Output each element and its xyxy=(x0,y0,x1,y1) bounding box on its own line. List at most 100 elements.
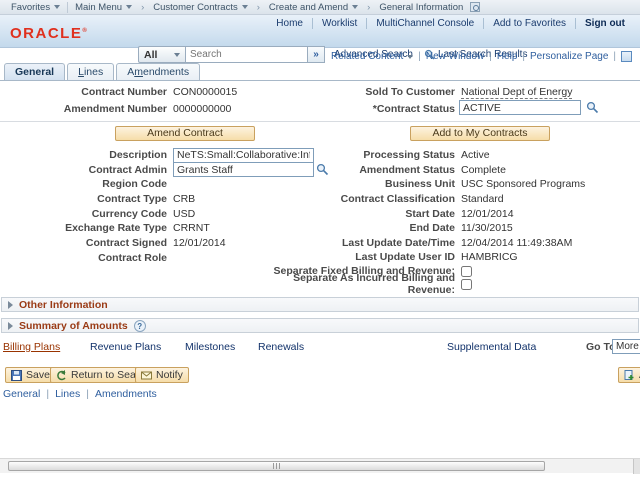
chevron-down-icon xyxy=(54,5,60,9)
new-window-link[interactable]: New Window xyxy=(421,51,489,62)
chevron-down-icon xyxy=(242,5,248,9)
home-link[interactable]: Home xyxy=(267,18,313,29)
registered-mark: ® xyxy=(82,28,86,34)
field-row-start-date: Start Date 12/01/2014 xyxy=(269,206,640,221)
tab-general[interactable]: General xyxy=(4,63,65,80)
tab-general-label: General xyxy=(15,66,54,78)
related-content-menu[interactable]: Related Content xyxy=(326,51,418,62)
breadcrumb-create-and-amend[interactable]: Create and Amend xyxy=(262,2,365,13)
breadcrumb-separator: › xyxy=(139,2,146,13)
revenue-plans-link[interactable]: Revenue Plans xyxy=(90,341,161,353)
last-update-datetime-label: Last Update Date/Time xyxy=(269,237,455,249)
horizontal-scrollbar-track[interactable] xyxy=(0,458,640,473)
other-information-section[interactable]: Other Information xyxy=(1,297,639,312)
separate-as-incurred-checkbox[interactable] xyxy=(461,279,472,290)
contract-signed-value: 12/01/2014 xyxy=(173,237,226,249)
save-icon xyxy=(11,370,22,381)
footer-general-link[interactable]: General xyxy=(3,388,46,400)
contract-status-label: *Contract Status xyxy=(269,103,455,115)
renewals-link[interactable]: Renewals xyxy=(258,341,304,353)
other-information-title: Other Information xyxy=(19,299,108,311)
contract-status-lookup-icon[interactable] xyxy=(586,101,599,114)
chevron-down-icon xyxy=(126,5,132,9)
footer-lines-link[interactable]: Lines xyxy=(49,388,86,400)
tab-amendments[interactable]: Amendments xyxy=(116,63,200,80)
header-links: Home Worklist MultiChannel Console Add t… xyxy=(267,18,634,29)
save-label: Save xyxy=(26,369,50,381)
last-update-datetime-value: 12/04/2014 11:49:38AM xyxy=(461,237,572,249)
sold-to-customer-label: Sold To Customer xyxy=(269,86,455,98)
breadcrumb-favorites-label: Favorites xyxy=(11,2,50,13)
milestones-link[interactable]: Milestones xyxy=(185,341,235,353)
breadcrumb-customer-contracts[interactable]: Customer Contracts xyxy=(146,2,254,13)
field-row-processing-status: Processing Status Active xyxy=(269,148,640,163)
save-button[interactable]: Save xyxy=(5,367,56,383)
separate-as-incurred-label: Separate As Incurred Billing and Revenue… xyxy=(269,272,455,296)
contract-classification-label: Contract Classification xyxy=(269,193,455,205)
breadcrumb-customer-contracts-label: Customer Contracts xyxy=(153,2,237,13)
supplemental-data-link[interactable]: Supplemental Data xyxy=(447,341,536,353)
right-field-column: Processing Status Active Amendment Statu… xyxy=(269,148,640,291)
add-to-my-contracts-button[interactable]: Add to My Contracts xyxy=(410,126,550,141)
sold-to-customer-value[interactable]: National Dept of Energy xyxy=(461,86,572,99)
currency-code-value: USD xyxy=(173,208,195,220)
field-row-end-date: End Date 11/30/2015 xyxy=(269,221,640,236)
add-to-favorites-link[interactable]: Add to Favorites xyxy=(484,18,576,29)
sign-out-link[interactable]: Sign out xyxy=(576,18,634,29)
exchange-rate-type-value: CRRNT xyxy=(173,222,210,234)
scrollbar-grip-icon xyxy=(273,463,281,469)
breadcrumb-current-page: General Information xyxy=(372,2,487,13)
breadcrumb-main-menu[interactable]: Main Menu xyxy=(68,2,139,13)
end-date-label: End Date xyxy=(269,222,455,234)
search-scope-select[interactable]: All xyxy=(138,46,186,63)
breadcrumb-separator: › xyxy=(255,2,262,13)
processing-status-label: Processing Status xyxy=(269,149,455,161)
divider xyxy=(0,121,640,122)
last-update-user-value: HAMBRICG xyxy=(461,251,518,263)
copy-url-icon[interactable] xyxy=(621,51,632,62)
expand-arrow-icon xyxy=(8,322,13,330)
tab-lines[interactable]: Lines xyxy=(67,63,114,80)
personalize-page-link[interactable]: Personalize Page xyxy=(525,51,613,62)
related-content-label: Related Content xyxy=(331,51,403,62)
contract-role-label: Contract Role xyxy=(0,252,167,264)
multichannel-console-link[interactable]: MultiChannel Console xyxy=(367,18,484,29)
separate-fixed-checkbox[interactable] xyxy=(461,266,472,277)
billing-plans-link[interactable]: Billing Plans xyxy=(3,341,60,353)
breadcrumb-current-label: General Information xyxy=(379,2,463,13)
exchange-rate-type-label: Exchange Rate Type xyxy=(0,222,167,234)
chevron-down-icon xyxy=(407,55,413,59)
page-preview-icon[interactable] xyxy=(470,2,480,12)
search-input[interactable] xyxy=(186,46,308,63)
header-band: ORACLE® Home Worklist MultiChannel Conso… xyxy=(0,15,640,48)
summary-of-amounts-title: Summary of Amounts xyxy=(19,320,128,332)
field-row-separate-as-incurred: Separate As Incurred Billing and Revenue… xyxy=(269,278,640,291)
notify-envelope-icon xyxy=(141,370,152,381)
notify-button[interactable]: Notify xyxy=(135,367,189,383)
footer-links: General | Lines | Amendments xyxy=(3,388,163,400)
amend-contract-button[interactable]: Amend Contract xyxy=(115,126,255,141)
help-icon[interactable]: ? xyxy=(134,320,146,332)
field-row-last-update-user: Last Update User ID HAMBRICG xyxy=(269,250,640,265)
worklist-link[interactable]: Worklist xyxy=(313,18,367,29)
search-scope-value: All xyxy=(144,49,157,61)
breadcrumb-create-and-amend-label: Create and Amend xyxy=(269,2,348,13)
start-date-value: 12/01/2014 xyxy=(461,208,514,220)
contract-status-input[interactable] xyxy=(459,100,581,115)
breadcrumb-favorites[interactable]: Favorites xyxy=(4,2,68,13)
horizontal-scrollbar-thumb[interactable] xyxy=(8,461,545,471)
field-row-contract-classification: Contract Classification Standard xyxy=(269,192,640,207)
end-date-value: 11/30/2015 xyxy=(461,222,513,234)
goto-select[interactable]: More xyxy=(612,339,640,354)
search-go-button[interactable]: » xyxy=(308,46,325,63)
amendment-number-label: Amendment Number xyxy=(0,103,167,115)
footer-amendments-link[interactable]: Amendments xyxy=(89,388,163,400)
add-button[interactable]: Add xyxy=(618,367,640,383)
field-row-business-unit: Business Unit USC Sponsored Programs xyxy=(269,177,640,192)
summary-of-amounts-section[interactable]: Summary of Amounts ? xyxy=(1,318,639,333)
field-row-amendment-status: Amendment Status Complete xyxy=(269,163,640,178)
breadcrumb-main-menu-label: Main Menu xyxy=(75,2,122,13)
help-link[interactable]: Help xyxy=(492,51,523,62)
notify-label: Notify xyxy=(156,369,183,381)
chevron-down-icon xyxy=(352,5,358,9)
